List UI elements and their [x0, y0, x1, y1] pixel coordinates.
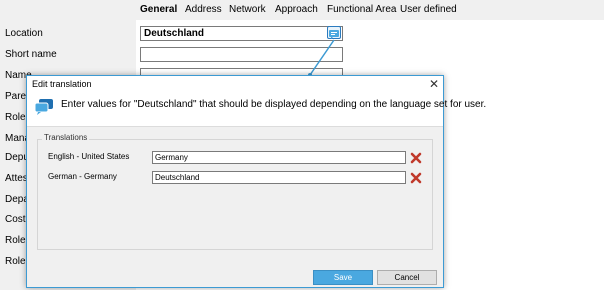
label-location: Location — [5, 28, 43, 39]
tab-approach[interactable]: Approach — [275, 4, 318, 15]
speech-bubble-icon — [34, 98, 54, 121]
tab-bar: General Address Network Approach Functio… — [0, 0, 604, 20]
dialog-message: Enter values for "Deutschland" that shou… — [61, 99, 487, 110]
translations-group-label: Translations — [42, 133, 90, 142]
tab-user-defined[interactable]: User defined — [400, 4, 457, 15]
language-label-de-de: German - Germany — [48, 172, 117, 181]
cancel-button[interactable]: Cancel — [377, 270, 437, 285]
tab-functional-area[interactable]: Functional Area — [327, 4, 397, 15]
translations-group: Translations English - United States Ger… — [37, 133, 433, 250]
dialog-titlebar: Edit translation ✕ — [27, 76, 443, 93]
dialog-header: Enter values for "Deutschland" that shou… — [27, 93, 486, 127]
tab-general[interactable]: General — [140, 4, 177, 15]
tab-network[interactable]: Network — [229, 4, 266, 15]
language-label-en-us: English - United States — [48, 152, 130, 161]
translation-input-en-us[interactable]: Germany — [152, 151, 406, 164]
close-icon[interactable]: ✕ — [429, 77, 439, 91]
delete-x-icon[interactable] — [410, 171, 422, 184]
save-button[interactable]: Save — [313, 270, 373, 285]
label-short-name: Short name — [5, 49, 57, 60]
edit-translation-dialog: Edit translation ✕ Enter values for "Deu… — [26, 75, 486, 288]
translation-glyph-icon — [329, 30, 339, 39]
label-role: Role — [5, 112, 26, 123]
delete-x-icon[interactable] — [410, 151, 422, 164]
translation-input-de-de[interactable]: Deutschland — [152, 171, 406, 184]
translation-icon[interactable] — [327, 26, 341, 39]
dialog-title: Edit translation — [32, 79, 92, 89]
tab-address[interactable]: Address — [185, 4, 222, 15]
location-input[interactable]: Deutschland — [140, 26, 343, 41]
short-name-input[interactable] — [140, 47, 343, 62]
